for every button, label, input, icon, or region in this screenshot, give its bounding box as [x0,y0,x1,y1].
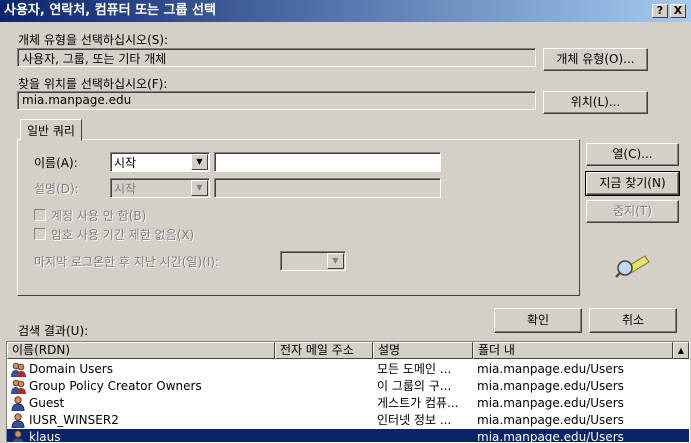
description-input[interactable] [214,178,441,198]
chevron-down-icon[interactable]: ▼ [327,253,344,269]
table-row[interactable]: IUSR_WINSER2 인터넷 정보 ... mia.manpage.edu/Us… [7,412,689,429]
row-name: Group Policy Creator Owners [29,379,202,393]
row-desc: 인터넷 정보 ... [377,413,452,427]
non-expiring-password-label: 암호 사용 기간 제한 없음(X) [51,228,195,242]
name-mode-value: 시작 [114,156,137,170]
description-mode-select[interactable]: 시작 ▼ [110,178,210,198]
description-mode-value: 시작 [114,182,137,196]
find-now-button[interactable]: 지금 찾기(N) [585,171,680,196]
object-types-button[interactable]: 개체 유형(O)... [543,48,648,71]
chevron-down-icon[interactable]: ▼ [191,154,208,170]
user-icon [11,413,26,429]
ok-button[interactable]: 확인 [494,308,582,333]
row-desc: 모든 도메인 ... [377,362,452,376]
row-name: klaus [29,430,61,443]
last-logon-label: 마지막 로그온한 후 지난 시간(일)(I): [34,255,220,269]
last-logon-select[interactable]: ▼ [280,251,346,271]
row-name: Domain Users [29,362,113,376]
location-label: 찾을 위치를 선택하십시오(F): [18,77,168,91]
stop-button[interactable]: 중지(T) [586,200,679,223]
chevron-down-icon[interactable]: ▼ [191,180,208,196]
group-icon [11,379,26,394]
locations-button[interactable]: 위치(L)... [543,91,648,114]
column-header-email[interactable]: 전자 메일 주소 [275,342,373,359]
cancel-button[interactable]: 취소 [589,308,677,333]
close-button[interactable]: X [670,4,686,18]
row-folder: mia.manpage.edu/Users [477,430,624,443]
description-label: 설명(D): [34,182,79,196]
scroll-up-arrow-icon[interactable]: ▲ [673,342,689,359]
user-icon [11,396,26,412]
column-header-name[interactable]: 이름(RDN) [7,342,275,359]
group-icon [11,362,26,377]
row-folder: mia.manpage.edu/Users [477,379,624,393]
search-results-list[interactable]: 이름(RDN) 전자 메일 주소 설명 폴더 내 ▲ Domain Users 모… [6,341,690,443]
table-row[interactable]: Domain Users 모든 도메인 ... mia.manpage.edu/Us… [7,361,689,378]
tab-common-queries[interactable]: 일반 쿼리 [20,119,82,141]
object-type-field: 사용자, 그룹, 또는 기타 개체 [17,48,536,67]
table-row[interactable]: Group Policy Creator Owners 이 그룹의 구... mia… [7,378,689,395]
window-title: 사용자, 연락처, 컴퓨터 또는 그룹 선택 [4,3,216,18]
name-mode-select[interactable]: 시작 ▼ [110,152,210,172]
row-desc: 이 그룹의 구... [377,379,452,393]
help-button[interactable]: ? [652,4,668,18]
row-folder: mia.manpage.edu/Users [477,362,624,376]
row-name: IUSR_WINSER2 [29,413,119,427]
location-field: mia.manpage.edu [17,91,536,110]
disabled-accounts-label: 계정 사용 안 함(B) [51,209,147,223]
columns-button[interactable]: 열(C)... [586,143,679,166]
object-type-label: 개체 유형을 선택하십시오(S): [18,33,169,47]
name-label: 이름(A): [34,156,78,170]
table-row[interactable]: Guest 게스트가 컴퓨... mia.manpage.edu/Users [7,395,689,412]
column-header-description[interactable]: 설명 [373,342,473,359]
non-expiring-password-checkbox[interactable] [34,228,46,240]
column-header-folder[interactable]: 폴더 내 [473,342,673,359]
disabled-accounts-checkbox[interactable] [34,209,46,221]
user-icon [11,430,26,442]
title-bar: 사용자, 연락처, 컴퓨터 또는 그룹 선택 [0,0,691,22]
row-name: Guest [29,396,65,410]
table-row[interactable]: klaus mia.manpage.edu/Users [7,429,689,443]
row-folder: mia.manpage.edu/Users [477,396,624,410]
search-flashlight-icon [615,255,650,278]
name-input[interactable] [214,152,441,172]
row-desc: 게스트가 컴퓨... [377,396,459,410]
search-results-label: 검색 결과(U): [18,324,89,338]
row-folder: mia.manpage.edu/Users [477,413,624,427]
